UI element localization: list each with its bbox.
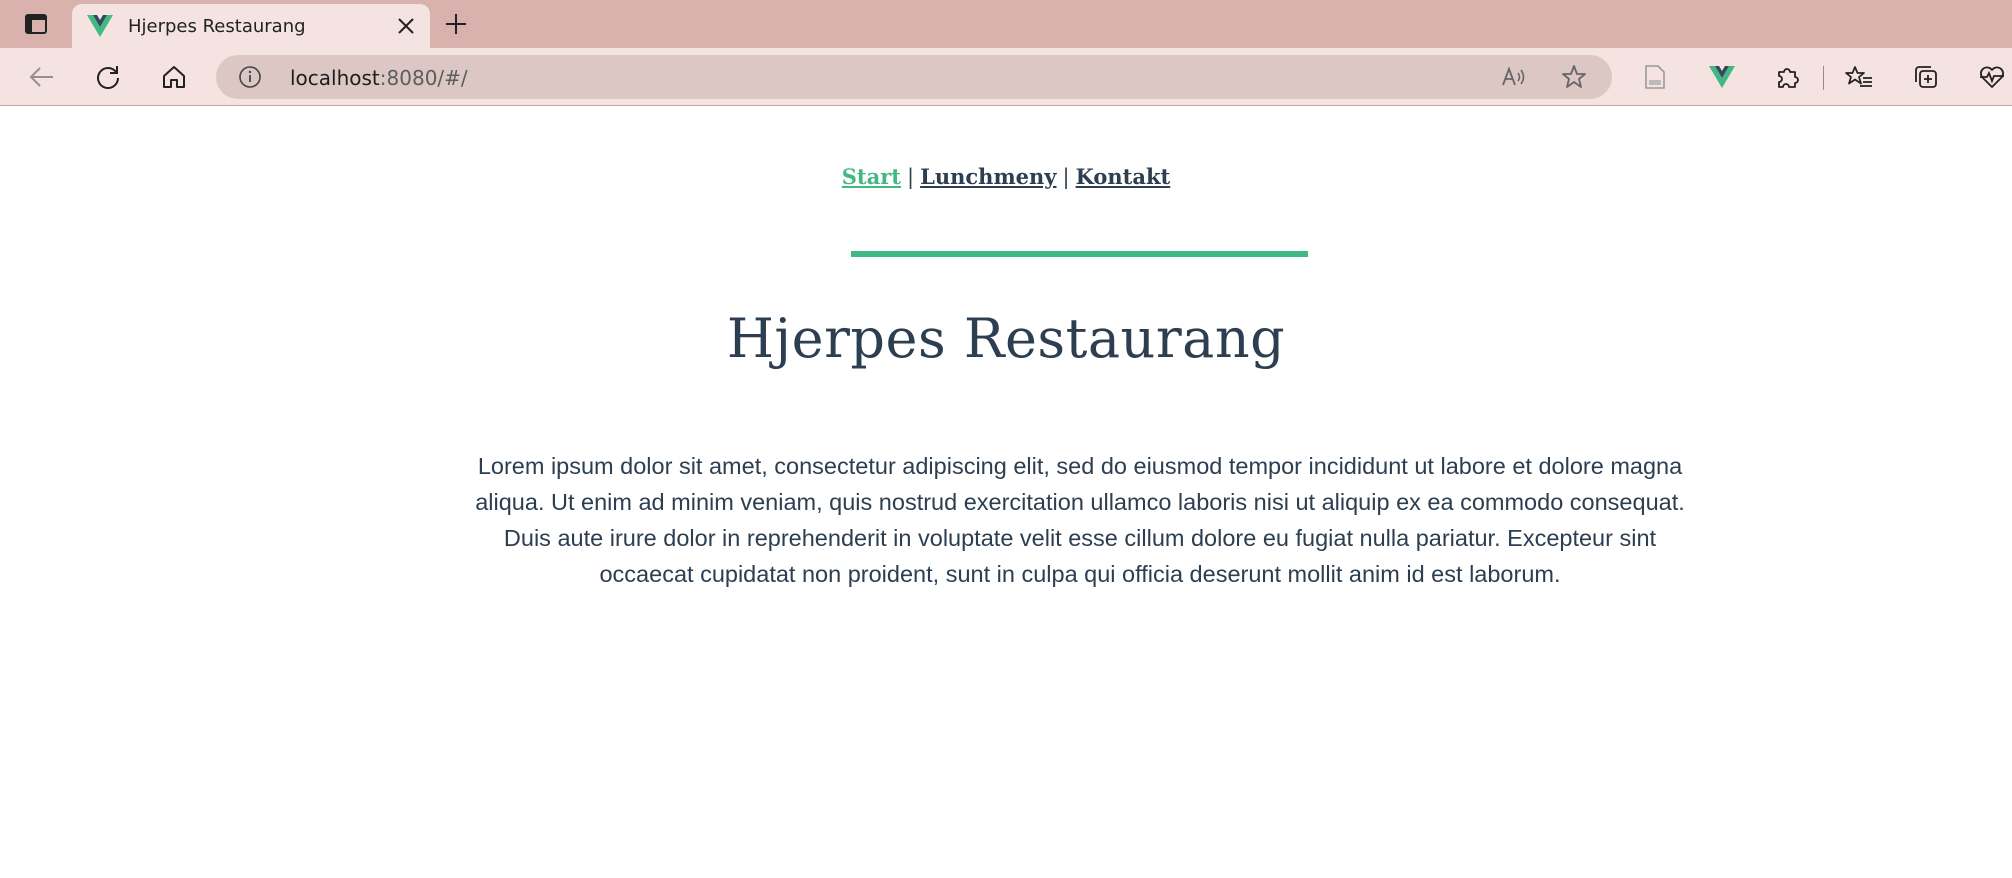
browser-essentials-button[interactable] bbox=[1974, 59, 2010, 95]
vue-devtools-icon bbox=[1709, 66, 1735, 88]
info-icon[interactable] bbox=[238, 65, 262, 89]
nav-link-kontakt[interactable]: Kontakt bbox=[1076, 164, 1171, 189]
vue-devtools-button[interactable] bbox=[1704, 59, 1740, 95]
new-tab-button[interactable] bbox=[440, 8, 472, 40]
home-icon bbox=[163, 66, 185, 88]
favorites-list-icon bbox=[1845, 66, 1872, 87]
browser-tab[interactable]: Hjerpes Restaurang bbox=[72, 4, 430, 48]
page-title: Hjerpes Restaurang bbox=[726, 307, 1286, 370]
favorite-button[interactable] bbox=[1558, 61, 1590, 93]
refresh-icon bbox=[97, 66, 119, 89]
home-button[interactable] bbox=[156, 59, 192, 95]
heart-pulse-icon bbox=[1980, 66, 2004, 88]
tab-strip: Hjerpes Restaurang bbox=[0, 0, 2012, 48]
reader-view-button[interactable] bbox=[1637, 59, 1673, 95]
plus-icon bbox=[446, 14, 466, 34]
nav-separator: | bbox=[1062, 165, 1070, 189]
favorites-button[interactable] bbox=[1841, 59, 1877, 95]
address-bar[interactable]: localhost:8080/#/ bbox=[216, 55, 1612, 99]
nav-separator: | bbox=[907, 165, 915, 189]
read-aloud-button[interactable] bbox=[1498, 61, 1530, 93]
tab-actions-icon bbox=[25, 14, 47, 34]
url-path: :8080/#/ bbox=[379, 66, 468, 90]
close-icon[interactable] bbox=[394, 14, 418, 38]
nav-link-start[interactable]: Start bbox=[842, 164, 901, 189]
browser-toolbar: localhost:8080/#/ bbox=[0, 48, 2012, 106]
url-host: localhost bbox=[290, 66, 380, 90]
tab-actions-button[interactable] bbox=[14, 8, 58, 40]
read-aloud-icon bbox=[1502, 66, 1525, 86]
extensions-button[interactable] bbox=[1770, 59, 1806, 95]
refresh-button[interactable] bbox=[90, 59, 126, 95]
nav-link-lunchmeny[interactable]: Lunchmeny bbox=[920, 164, 1056, 189]
puzzle-icon bbox=[1778, 68, 1799, 88]
collections-icon bbox=[1915, 66, 1937, 88]
reader-view-icon bbox=[1645, 65, 1665, 89]
vue-logo-icon bbox=[86, 14, 114, 38]
star-icon bbox=[1562, 65, 1586, 88]
tab-title: Hjerpes Restaurang bbox=[128, 15, 306, 37]
intro-paragraph: Lorem ipsum dolor sit amet, consectetur … bbox=[475, 453, 1685, 587]
collections-button[interactable] bbox=[1908, 59, 1944, 95]
url-text[interactable]: localhost:8080/#/ bbox=[290, 66, 468, 90]
back-button[interactable] bbox=[24, 59, 60, 95]
toolbar-separator bbox=[1823, 66, 1824, 90]
accent-divider bbox=[851, 251, 1308, 257]
back-arrow-icon bbox=[29, 67, 53, 87]
main-nav: Start | Lunchmeny | Kontakt bbox=[0, 164, 2012, 189]
